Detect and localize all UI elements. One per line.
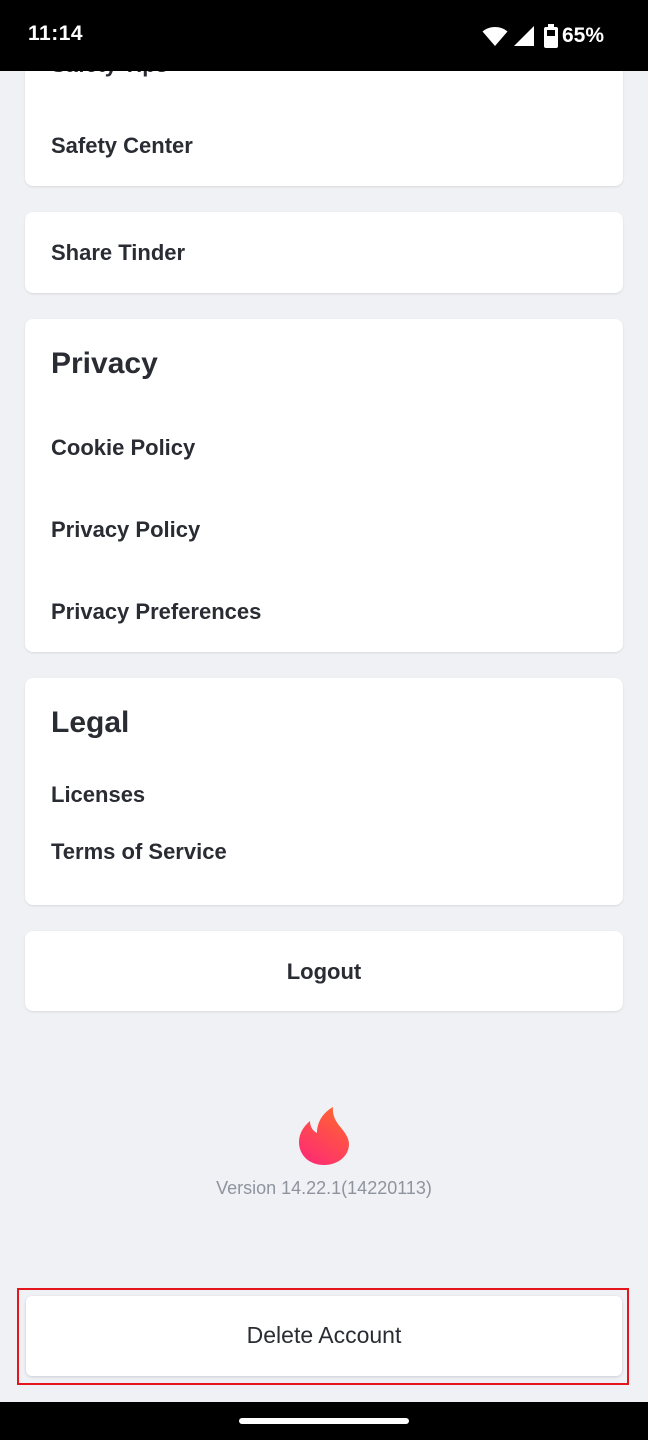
legal-title: Legal: [51, 706, 130, 739]
home-gesture-handle[interactable]: [239, 1418, 409, 1424]
privacy-preferences-item[interactable]: Privacy Preferences: [51, 599, 261, 625]
privacy-card: Privacy Cookie Policy Privacy Policy Pri…: [25, 319, 623, 652]
privacy-policy-item[interactable]: Privacy Policy: [51, 517, 200, 543]
battery-percent: 65%: [561, 24, 604, 47]
tinder-flame-icon: [299, 1107, 349, 1165]
status-icons: 65%: [482, 22, 604, 50]
licenses-item[interactable]: Licenses: [51, 782, 145, 808]
version-text: Version 14.22.1(14220113): [216, 1178, 432, 1198]
share-tinder-item[interactable]: Share Tinder: [51, 240, 185, 266]
logout-label: Logout: [286, 959, 362, 984]
privacy-title: Privacy: [51, 347, 158, 380]
delete-account-label: Delete Account: [246, 1322, 402, 1348]
terms-of-service-item[interactable]: Terms of Service: [51, 839, 227, 865]
logout-button[interactable]: Logout: [25, 931, 623, 1011]
legal-card: Legal Licenses Terms of Service: [25, 678, 623, 905]
safety-center-item[interactable]: Safety Center: [51, 133, 193, 159]
cell-signal-icon: [513, 26, 534, 46]
share-card[interactable]: Share Tinder: [25, 212, 623, 293]
cookie-policy-item[interactable]: Cookie Policy: [51, 435, 195, 461]
delete-account-button[interactable]: Delete Account: [26, 1296, 622, 1376]
status-bar: 11:14 65%: [0, 0, 648, 71]
status-time: 11:14: [28, 22, 84, 45]
wifi-icon: [482, 27, 508, 46]
battery-icon: [543, 24, 558, 48]
navigation-bar: [0, 1402, 648, 1440]
settings-screen: 11:14 65% Safety Tips Safety Center Shar…: [0, 0, 648, 1440]
